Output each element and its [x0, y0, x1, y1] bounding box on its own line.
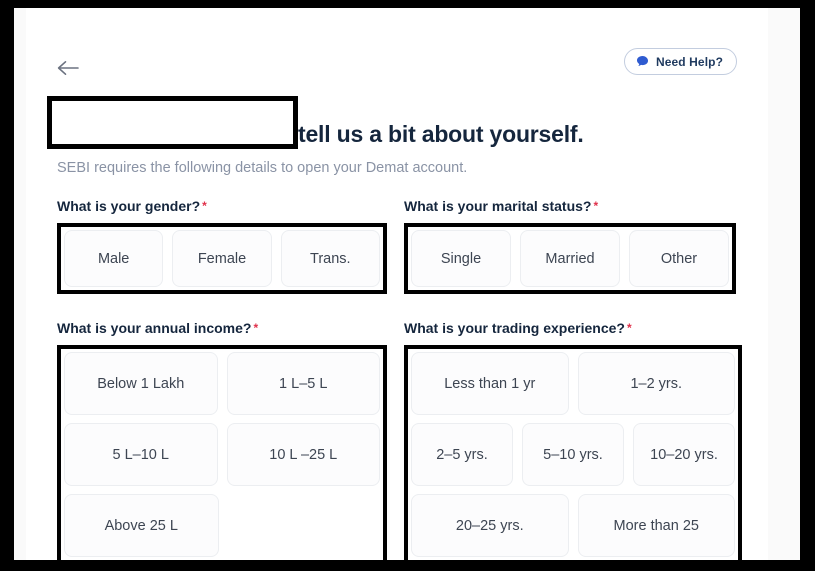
question-trading-experience: What is your trading experience? * Less t…	[404, 320, 742, 564]
question-gender: What is your gender? * Male Female Trans.	[57, 198, 387, 294]
chat-bubble-icon	[636, 55, 649, 68]
gender-option-row: Male Female Trans.	[64, 230, 380, 287]
arrow-left-icon	[56, 59, 80, 77]
page-subtitle: SEBI requires the following details to o…	[57, 160, 468, 176]
option-marital-other[interactable]: Other	[629, 230, 729, 287]
question-gender-label: What is your gender? *	[57, 198, 207, 214]
option-trading-2-5-yrs[interactable]: 2–5 yrs.	[411, 423, 513, 486]
income-option-row: 5 L–10 L 10 L –25 L	[64, 423, 380, 486]
question-marital-label: What is your marital status? *	[404, 198, 599, 214]
screenshot-frame: Need Help? tell us a bit about yourself.…	[0, 0, 815, 571]
question-annual-income: What is your annual income? * Below 1 Lak…	[57, 320, 387, 564]
option-marital-married[interactable]: Married	[520, 230, 620, 287]
option-gender-female[interactable]: Female	[172, 230, 272, 287]
trading-option-row: 2–5 yrs. 5–10 yrs. 10–20 yrs.	[411, 423, 735, 486]
option-trading-1-2-yrs[interactable]: 1–2 yrs.	[577, 352, 735, 415]
income-options-annotation: Below 1 Lakh 1 L–5 L 5 L–10 L 10 L –25 L…	[57, 345, 387, 564]
option-gender-trans[interactable]: Trans.	[280, 230, 380, 287]
title-redaction-box	[47, 96, 298, 149]
option-marital-single[interactable]: Single	[411, 230, 511, 287]
required-asterisk: *	[593, 199, 599, 213]
option-gender-male[interactable]: Male	[64, 230, 164, 287]
required-asterisk: *	[626, 321, 632, 335]
option-trading-20-25-yrs[interactable]: 20–25 yrs.	[411, 494, 569, 557]
option-trading-less-than-1-yr[interactable]: Less than 1 yr	[411, 352, 569, 415]
trading-options-annotation: Less than 1 yr 1–2 yrs. 2–5 yrs. 5–10 yr…	[404, 345, 742, 564]
back-button[interactable]	[56, 52, 96, 84]
required-asterisk: *	[202, 199, 207, 213]
income-option-row: Below 1 Lakh 1 L–5 L	[64, 352, 380, 415]
question-trading-label: What is your trading experience? *	[404, 320, 632, 336]
option-trading-5-10-yrs[interactable]: 5–10 yrs.	[522, 423, 624, 486]
content-card: Need Help? tell us a bit about yourself.…	[26, 8, 768, 564]
need-help-button[interactable]: Need Help?	[623, 48, 737, 75]
option-income-above-25-l[interactable]: Above 25 L	[64, 494, 219, 557]
income-grid-spacer	[228, 494, 381, 557]
option-income-1-5-l[interactable]: 1 L–5 L	[226, 352, 380, 415]
income-option-row: Above 25 L	[64, 494, 380, 557]
option-trading-10-20-yrs[interactable]: 10–20 yrs.	[633, 423, 735, 486]
marital-options-annotation: Single Married Other	[404, 223, 736, 294]
option-trading-more-than-25[interactable]: More than 25	[577, 494, 735, 557]
marital-option-row: Single Married Other	[411, 230, 729, 287]
required-asterisk: *	[253, 321, 259, 335]
option-income-10-25-l[interactable]: 10 L –25 L	[226, 423, 380, 486]
option-income-below-1-lakh[interactable]: Below 1 Lakh	[64, 352, 218, 415]
trading-option-row: Less than 1 yr 1–2 yrs.	[411, 352, 735, 415]
gender-options-annotation: Male Female Trans.	[57, 223, 387, 294]
option-income-5-10-l[interactable]: 5 L–10 L	[64, 423, 218, 486]
question-marital-status: What is your marital status? * Single Mar…	[404, 198, 736, 294]
trading-option-row: 20–25 yrs. More than 25	[411, 494, 735, 557]
need-help-label: Need Help?	[655, 54, 723, 69]
question-income-label: What is your annual income? *	[57, 320, 259, 336]
